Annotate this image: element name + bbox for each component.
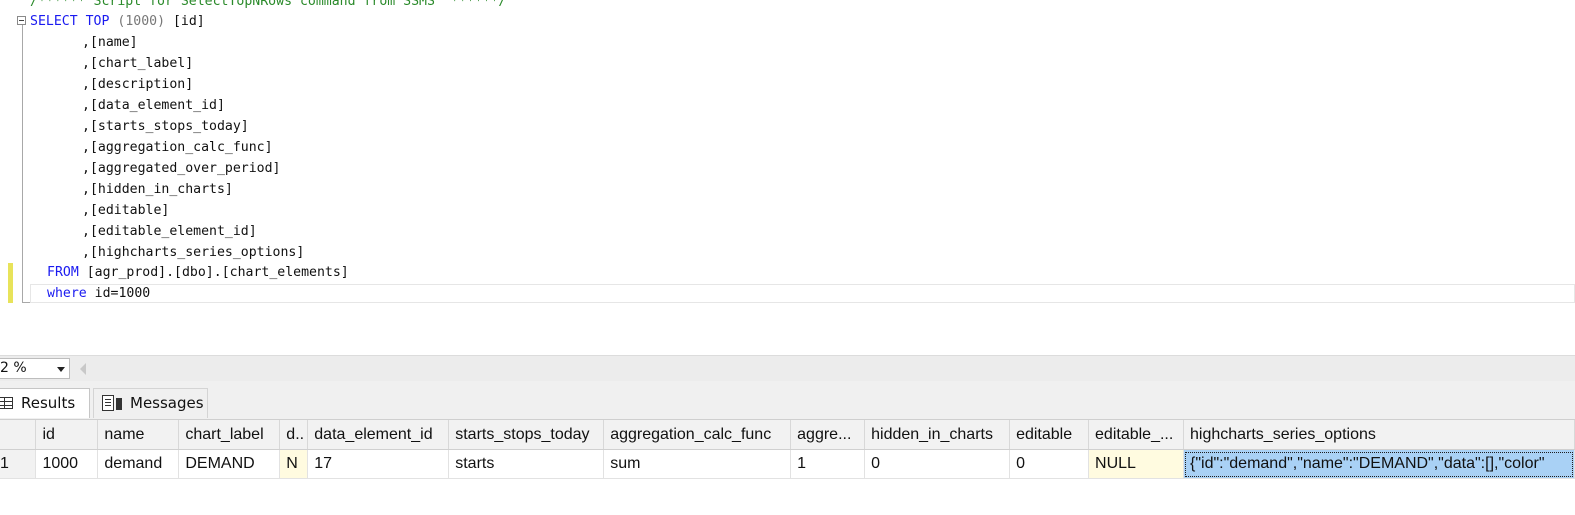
code-line-column: ,[description] (82, 77, 194, 92)
row-header-corner[interactable] (0, 420, 37, 450)
scroll-left-arrow-icon[interactable] (80, 363, 86, 375)
column-header[interactable]: id (35, 420, 99, 450)
column-header[interactable]: aggre... (790, 420, 866, 450)
column-header[interactable]: hidden_in_charts (864, 420, 1011, 450)
table-cell[interactable]: 1 (790, 449, 866, 479)
query-editor[interactable]: /****** Script for SelectTopNRows comman… (0, 0, 1575, 355)
editor-status-strip: 2 % (0, 355, 1575, 382)
table-cell[interactable]: {"id":"demand","name":"DEMAND","data":[]… (1183, 449, 1575, 479)
code-line-column: ,[name] (82, 35, 138, 50)
collapse-icon[interactable] (17, 16, 26, 25)
chevron-down-icon (57, 367, 65, 372)
row-number[interactable]: 1 (0, 449, 37, 479)
tab-messages[interactable]: Messages (93, 388, 208, 418)
tab-results[interactable]: Results (0, 388, 90, 418)
column-header[interactable]: name (97, 420, 180, 450)
results-grid[interactable]: id name chart_label d.. data_element_id start… (0, 420, 1575, 515)
code-line-column: ,[aggregation_calc_func] (82, 140, 273, 155)
tab-messages-label: Messages (130, 394, 204, 412)
table-cell[interactable]: DEMAND (178, 449, 281, 479)
table-row[interactable]: 1 1000 demand DEMAND N 17 starts sum 1 0 0 NULL {"id… (0, 449, 1575, 479)
table-cell[interactable]: N (279, 449, 309, 479)
table-cell[interactable]: 0 (1009, 449, 1090, 479)
results-tabs: Results Messages (0, 381, 1575, 420)
grid-icon (0, 397, 13, 409)
code-line-column: ,[starts_stops_today] (82, 119, 249, 134)
zoom-dropdown[interactable]: 2 % (0, 358, 70, 379)
messages-icon (102, 395, 122, 411)
code-line-select: SELECT TOP (1000) [id] (30, 14, 205, 29)
column-header[interactable]: chart_label (178, 420, 281, 450)
change-indicator-bar (8, 263, 13, 303)
column-header[interactable]: highcharts_series_options (1183, 420, 1575, 450)
outline-line-end (22, 302, 30, 303)
table-cell[interactable]: demand (97, 449, 180, 479)
code-line-column: ,[highcharts_series_options] (82, 245, 305, 260)
outline-line (22, 18, 23, 302)
column-header[interactable]: editable_... (1088, 420, 1184, 450)
table-cell[interactable]: 17 (307, 449, 450, 479)
table-cell[interactable]: sum (603, 449, 792, 479)
current-line-highlight (30, 284, 1575, 303)
code-line-column: ,[data_element_id] (82, 98, 225, 113)
table-header-row: id name chart_label d.. data_element_id start… (0, 420, 1575, 450)
column-header[interactable]: d.. (279, 420, 309, 450)
code-line-column: ,[editable_element_id] (82, 224, 257, 239)
tab-results-label: Results (21, 394, 76, 412)
column-header[interactable]: aggregation_calc_func (603, 420, 792, 450)
results-table[interactable]: id name chart_label d.. data_element_id start… (0, 420, 1575, 479)
code-line-column: ,[chart_label] (82, 56, 194, 71)
code-line-column: ,[editable] (82, 203, 170, 218)
column-header[interactable]: starts_stops_today (448, 420, 605, 450)
code-line-column: ,[hidden_in_charts] (82, 182, 233, 197)
code-line-column: ,[aggregated_over_period] (82, 161, 281, 176)
code-line-where: where id=1000 (47, 286, 151, 301)
zoom-value: 2 % (0, 360, 27, 376)
table-cell[interactable]: starts (448, 449, 605, 479)
column-header[interactable]: editable (1009, 420, 1090, 450)
table-cell[interactable]: 0 (864, 449, 1011, 479)
code-line-from: FROM [agr_prod].[dbo].[chart_elements] (47, 265, 349, 280)
table-cell[interactable]: 1000 (35, 449, 99, 479)
table-cell[interactable]: NULL (1088, 449, 1184, 479)
column-header[interactable]: data_element_id (307, 420, 450, 450)
